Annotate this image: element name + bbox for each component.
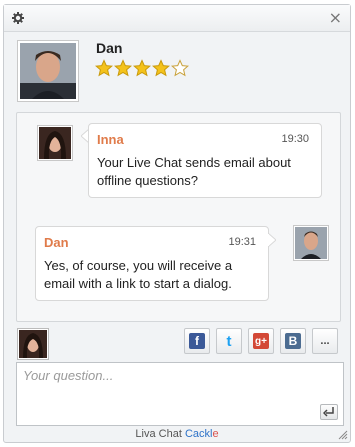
star-filled-icon[interactable] <box>133 59 151 77</box>
operator-avatar <box>17 40 79 102</box>
operator-name: Dan <box>96 40 123 56</box>
message-list[interactable]: Inna 19:30 Your Live Chat sends email ab… <box>16 112 341 322</box>
operator-avatar-small <box>293 225 329 261</box>
star-empty-icon[interactable] <box>171 59 189 77</box>
message-time: 19:30 <box>281 133 309 145</box>
send-button[interactable] <box>320 404 338 420</box>
star-filled-icon[interactable] <box>114 59 132 77</box>
share-vkontakte-button[interactable]: B <box>280 328 306 354</box>
message-bubble: Dan 19:31 Yes, of course, you will recei… <box>35 226 269 301</box>
message-text: Your Live Chat sends email about offline… <box>97 155 291 188</box>
operator-panel: Dan <box>4 32 350 110</box>
message-author: Inna <box>97 132 124 147</box>
footer-credit[interactable]: Liva Chat Cackle <box>4 428 350 442</box>
footer-brand: Cackl <box>184 428 213 440</box>
operator-rating[interactable] <box>95 59 189 77</box>
gear-icon[interactable] <box>12 12 24 24</box>
more-icon: ... <box>320 335 330 347</box>
compose-box <box>16 362 344 426</box>
question-input[interactable] <box>17 363 343 425</box>
vkontakte-icon: B <box>285 333 301 349</box>
bubble-pointer <box>268 233 276 247</box>
chat-widget: × Dan Inna 19:30 Your Live Chat sends em… <box>3 4 351 443</box>
toolbar: f t g+ B ... <box>4 325 350 360</box>
message-time: 19:31 <box>228 236 256 248</box>
star-filled-icon[interactable] <box>152 59 170 77</box>
visitor-avatar-thumb[interactable] <box>17 328 49 360</box>
widget-header: × <box>4 5 350 32</box>
googleplus-icon: g+ <box>253 333 269 349</box>
resize-grip-icon[interactable] <box>338 430 348 440</box>
twitter-icon: t <box>226 332 232 350</box>
share-twitter-button[interactable]: t <box>216 328 242 354</box>
close-icon[interactable]: × <box>329 8 342 28</box>
share-more-button[interactable]: ... <box>312 328 338 354</box>
share-googleplus-button[interactable]: g+ <box>248 328 274 354</box>
enter-icon <box>323 407 334 417</box>
footer-brand-tail: e <box>212 428 219 440</box>
message-text: Yes, of course, you will receive a email… <box>44 258 233 291</box>
facebook-icon: f <box>189 333 205 349</box>
share-facebook-button[interactable]: f <box>184 328 210 354</box>
message-bubble: Inna 19:30 Your Live Chat sends email ab… <box>88 123 322 198</box>
star-filled-icon[interactable] <box>95 59 113 77</box>
visitor-avatar <box>37 125 73 161</box>
message-author: Dan <box>44 235 69 250</box>
footer-prefix: Liva Chat <box>135 428 185 440</box>
